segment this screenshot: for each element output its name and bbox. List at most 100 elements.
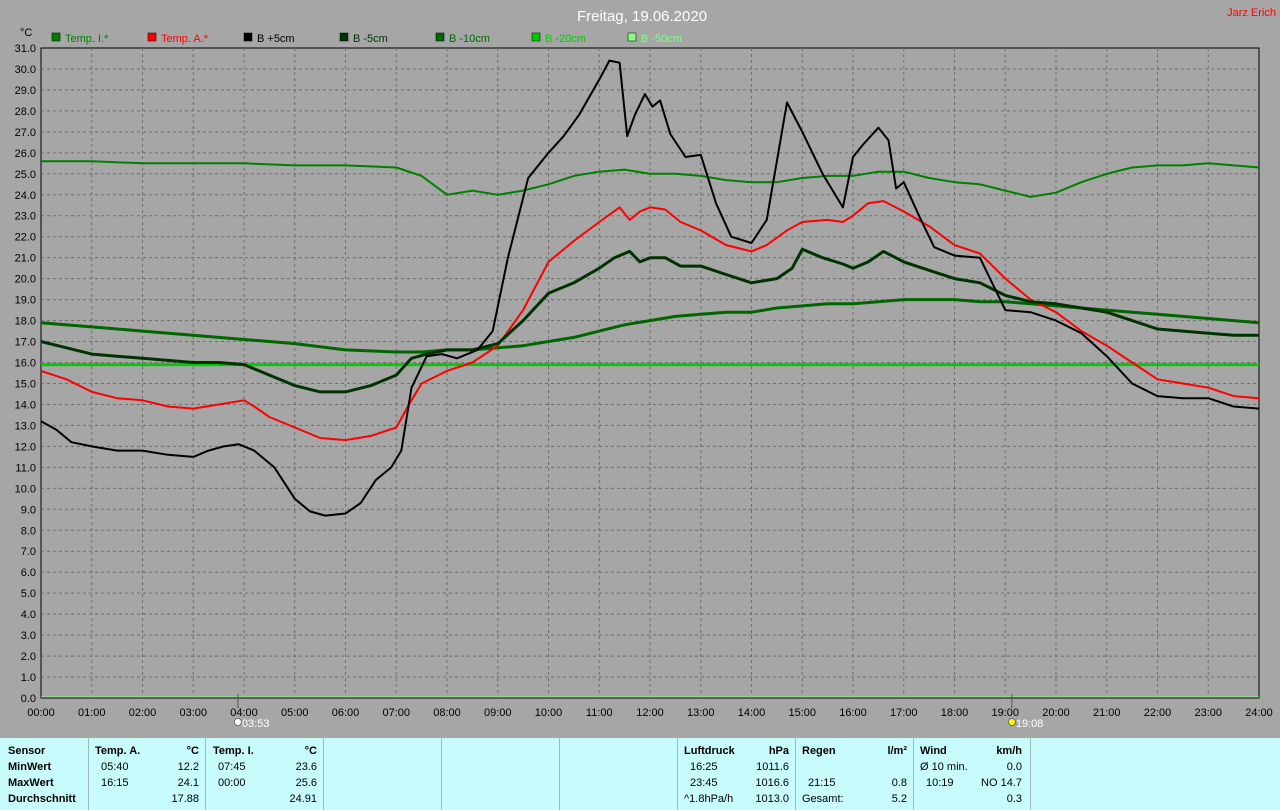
legend-label: B -5cm (353, 33, 388, 45)
x-tick-label: 20:00 (1042, 707, 1070, 719)
y-tick-label: 25.0 (15, 169, 36, 181)
sunset-icon (1007, 718, 1016, 726)
x-tick-label: 03:00 (179, 707, 207, 719)
legend-label: Temp. I.* (65, 33, 109, 45)
x-tick-label: 07:00 (382, 707, 410, 719)
legend-label: B -20cm (545, 33, 586, 45)
x-tick-label: 13:00 (687, 707, 715, 719)
temp-a-unit: °C (186, 745, 199, 757)
x-tick-label: 05:00 (281, 707, 309, 719)
legend-label: Temp. A.* (161, 33, 209, 45)
y-tick-label: 6.0 (21, 567, 36, 579)
stats-empty-col-3 (560, 738, 678, 810)
stats-temp-a-col: Temp. A. °C 05:40 12.2 16:15 24.1 17.88 (88, 738, 206, 810)
legend-label: B +5cm (257, 33, 295, 45)
legend-swatch (339, 32, 349, 42)
avg-label: Durchschnitt (8, 793, 76, 805)
rain-header: Regen (802, 745, 836, 757)
wind-avg-val: 0.0 (1006, 761, 1022, 773)
x-tick-label: 14:00 (738, 707, 766, 719)
y-tick-label: 31.0 (15, 43, 36, 55)
legend-label: B -50cm (641, 33, 682, 45)
stats-pressure-col: Luftdruck hPa 16:25 1011.6 23:45 1016.6 … (678, 738, 796, 810)
rain-max-time: 21:15 (808, 777, 836, 789)
x-tick-label: 01:00 (78, 707, 106, 719)
y-tick-label: 29.0 (15, 85, 36, 97)
y-tick-label: 23.0 (15, 211, 36, 223)
y-tick-label: 30.0 (15, 64, 36, 76)
x-tick-label: 11:00 (586, 707, 613, 719)
legend-swatch (627, 32, 637, 42)
y-tick-label: 20.0 (15, 274, 36, 286)
y-tick-label: 5.0 (21, 588, 36, 600)
rain-max-val: 0.8 (891, 777, 907, 789)
y-tick-label: 3.0 (21, 630, 36, 642)
x-tick-label: 21:00 (1093, 707, 1121, 719)
x-tick-label: 00:00 (27, 707, 55, 719)
min-label: MinWert (8, 761, 52, 773)
wind-avg-label: Ø 10 min. (920, 761, 968, 773)
rain-unit: l/m² (887, 745, 907, 757)
y-tick-label: 16.0 (15, 358, 36, 370)
y-tick-label: 11.0 (15, 462, 36, 474)
x-tick-label: 18:00 (941, 707, 969, 719)
x-tick-label: 23:00 (1194, 707, 1222, 719)
y-tick-label: 26.0 (15, 148, 36, 160)
y-tick-label: 12.0 (15, 441, 36, 453)
y-tick-label: 19.0 (15, 295, 36, 307)
y-tick-label: 7.0 (21, 546, 36, 558)
y-tick-label: 24.0 (15, 190, 36, 202)
stats-panel: Sensor MinWert MaxWert Durchschnitt Temp… (0, 738, 1280, 810)
author-label: Jarz Erich (1227, 7, 1276, 19)
pressure-max-time: 23:45 (690, 777, 718, 789)
x-tick-label: 24:00 (1245, 707, 1273, 719)
y-tick-label: 9.0 (21, 504, 36, 516)
y-tick-label: 21.0 (15, 253, 36, 265)
stats-rain-col: Regen l/m² 21:15 0.8 Gesamt: 5.2 (796, 738, 914, 810)
temp-a-max-val: 24.1 (177, 777, 199, 789)
wind-last-val: 0.3 (1006, 793, 1022, 805)
x-tick-label: 10:00 (535, 707, 563, 719)
temperature-chart: Freitag, 19.06.2020 Jarz Erich °C Temp. … (0, 0, 1280, 738)
x-tick-label: 06:00 (332, 707, 360, 719)
x-tick-label: 16:00 (839, 707, 867, 719)
temp-i-max-time: 00:00 (218, 777, 246, 789)
pressure-unit: hPa (768, 745, 789, 757)
y-tick-label: 2.0 (21, 651, 36, 663)
temp-i-unit: °C (304, 745, 317, 757)
x-tick-label: 17:00 (890, 707, 918, 719)
y-tick-label: 1.0 (21, 672, 36, 684)
rain-total-val: 5.2 (891, 793, 907, 805)
chart-title: Freitag, 19.06.2020 (577, 8, 707, 25)
temp-a-max-time: 16:15 (101, 777, 129, 789)
sunrise-icon (234, 718, 242, 726)
legend-label: B -10cm (449, 33, 490, 45)
pressure-header: Luftdruck (684, 745, 735, 757)
temp-i-max-val: 25.6 (295, 777, 317, 789)
pressure-trend: ^1.8hPa/h (684, 793, 734, 805)
max-label: MaxWert (8, 777, 54, 789)
y-tick-label: 28.0 (15, 106, 36, 118)
stats-empty-col-2 (442, 738, 560, 810)
legend-swatch (243, 32, 253, 42)
legend-swatch (435, 32, 445, 42)
temp-i-avg: 24.91 (289, 793, 317, 805)
y-tick-label: 18.0 (15, 316, 36, 328)
temp-a-avg: 17.88 (171, 793, 199, 805)
temp-i-min-time: 07:45 (218, 761, 246, 773)
pressure-trend-val: 1013.0 (755, 793, 789, 805)
wind-max-val: NO 14.7 (981, 777, 1022, 789)
y-tick-label: 0.0 (21, 693, 36, 705)
wind-header: Wind (920, 745, 947, 757)
sensor-header: Sensor (8, 745, 46, 757)
sun-marker-label: 19:08 (1016, 718, 1044, 730)
legend-swatch (51, 32, 61, 42)
stats-empty-col-1 (324, 738, 442, 810)
stats-wind-col: Wind km/h Ø 10 min. 0.0 10:19 NO 14.7 0.… (914, 738, 1031, 810)
temp-i-min-val: 23.6 (295, 761, 317, 773)
legend-swatch (147, 32, 157, 42)
pressure-min-time: 16:25 (690, 761, 718, 773)
temp-a-header: Temp. A. (95, 745, 141, 757)
legend-swatch (531, 32, 541, 42)
x-tick-label: 22:00 (1144, 707, 1172, 719)
